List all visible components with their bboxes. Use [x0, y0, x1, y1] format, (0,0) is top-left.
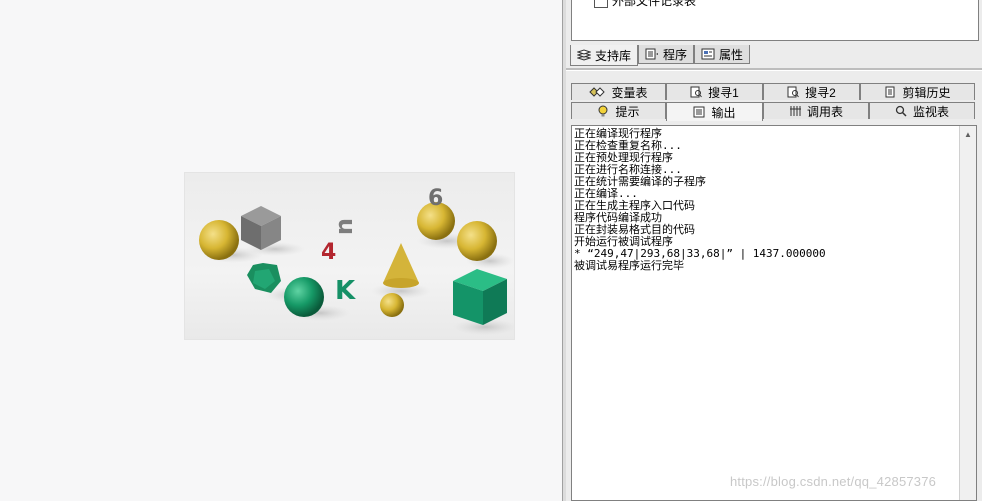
panel-divider [566, 68, 982, 71]
output-lines: 正在编译现行程序 正在检查重复名称... 正在预处理现行程序 正在进行名称连接.… [574, 128, 826, 272]
tab-call-table[interactable]: 调用表 [763, 102, 869, 119]
watch-icon [895, 105, 907, 117]
tab-search2[interactable]: 搜寻2 [763, 83, 860, 100]
tab-label: 调用表 [806, 104, 843, 119]
program-icon [645, 48, 659, 60]
small-gold-sphere [380, 293, 404, 317]
green-letter: K [335, 276, 356, 306]
vertical-scrollbar[interactable]: ▲ [959, 126, 976, 500]
variables-icon [589, 87, 606, 97]
tab-program[interactable]: 程序 [638, 45, 695, 64]
search2-icon [787, 86, 800, 98]
tab-watch[interactable]: 监视表 [869, 102, 975, 119]
tab-properties[interactable]: 属性 [694, 45, 751, 64]
red-digit: 4 [321, 240, 336, 265]
tab-label: 搜寻2 [805, 85, 836, 100]
shapes-scene: 4 u K 6 [199, 186, 514, 335]
tab-output[interactable]: 输出 [666, 102, 763, 121]
tab-label: 剪辑历史 [902, 85, 951, 100]
tab-label: 程序 [663, 47, 688, 62]
tab-search1[interactable]: 搜寻1 [666, 83, 763, 100]
green-sphere [284, 277, 324, 317]
output-tabs-row-2: 提示 输出 调用表 监视表 [571, 102, 975, 121]
tree-item-label: 外部文件记录表 [612, 0, 697, 8]
library-icon [577, 49, 591, 61]
output-textbox[interactable]: 正在编译现行程序 正在检查重复名称... 正在预处理现行程序 正在进行名称连接.… [571, 125, 977, 501]
watermark: https://blog.csdn.net/qq_42857376 [730, 474, 937, 489]
tab-variables[interactable]: 变量表 [571, 83, 666, 100]
captcha-image: 4 u K 6 [184, 172, 515, 340]
support-tab-strip: 支持库 程序 属性 [570, 45, 751, 66]
tab-label: 监视表 [912, 104, 949, 119]
gold-sphere [199, 220, 239, 260]
tab-clip-history[interactable]: 剪辑历史 [860, 83, 975, 100]
tab-label: 搜寻1 [708, 85, 739, 100]
tab-label: 支持库 [595, 48, 632, 63]
side-panel: 外部文件记录表 支持库 程序 属性 变量表 搜寻1 搜寻2 剪辑历史 提示 输出… [566, 0, 982, 501]
tab-label: 变量表 [611, 85, 648, 100]
search1-icon [690, 86, 703, 98]
properties-icon [701, 48, 715, 60]
call-table-icon [789, 106, 801, 116]
output-line: 被调试易程序运行完毕 [574, 259, 684, 272]
output-tabs-row-1: 变量表 搜寻1 搜寻2 剪辑历史 [571, 83, 975, 102]
output-icon [693, 106, 705, 118]
gray-letter: u [333, 218, 361, 235]
tab-label: 属性 [719, 47, 744, 62]
tab-label: 输出 [711, 105, 736, 120]
gold-sphere-right [457, 221, 497, 261]
clip-history-icon [885, 86, 895, 98]
tree-item[interactable]: 外部文件记录表 [594, 0, 696, 9]
canvas-area: 4 u K 6 [0, 0, 562, 501]
program-tree: 外部文件记录表 [571, 0, 979, 41]
gray-digit: 6 [428, 186, 443, 211]
tab-hint[interactable]: 提示 [571, 102, 666, 119]
scroll-up-icon[interactable]: ▲ [960, 126, 976, 142]
tab-support-library[interactable]: 支持库 [570, 45, 639, 66]
gold-cone [383, 243, 419, 283]
hint-icon [598, 105, 608, 117]
tab-label: 提示 [615, 104, 640, 119]
table-icon [594, 0, 608, 8]
